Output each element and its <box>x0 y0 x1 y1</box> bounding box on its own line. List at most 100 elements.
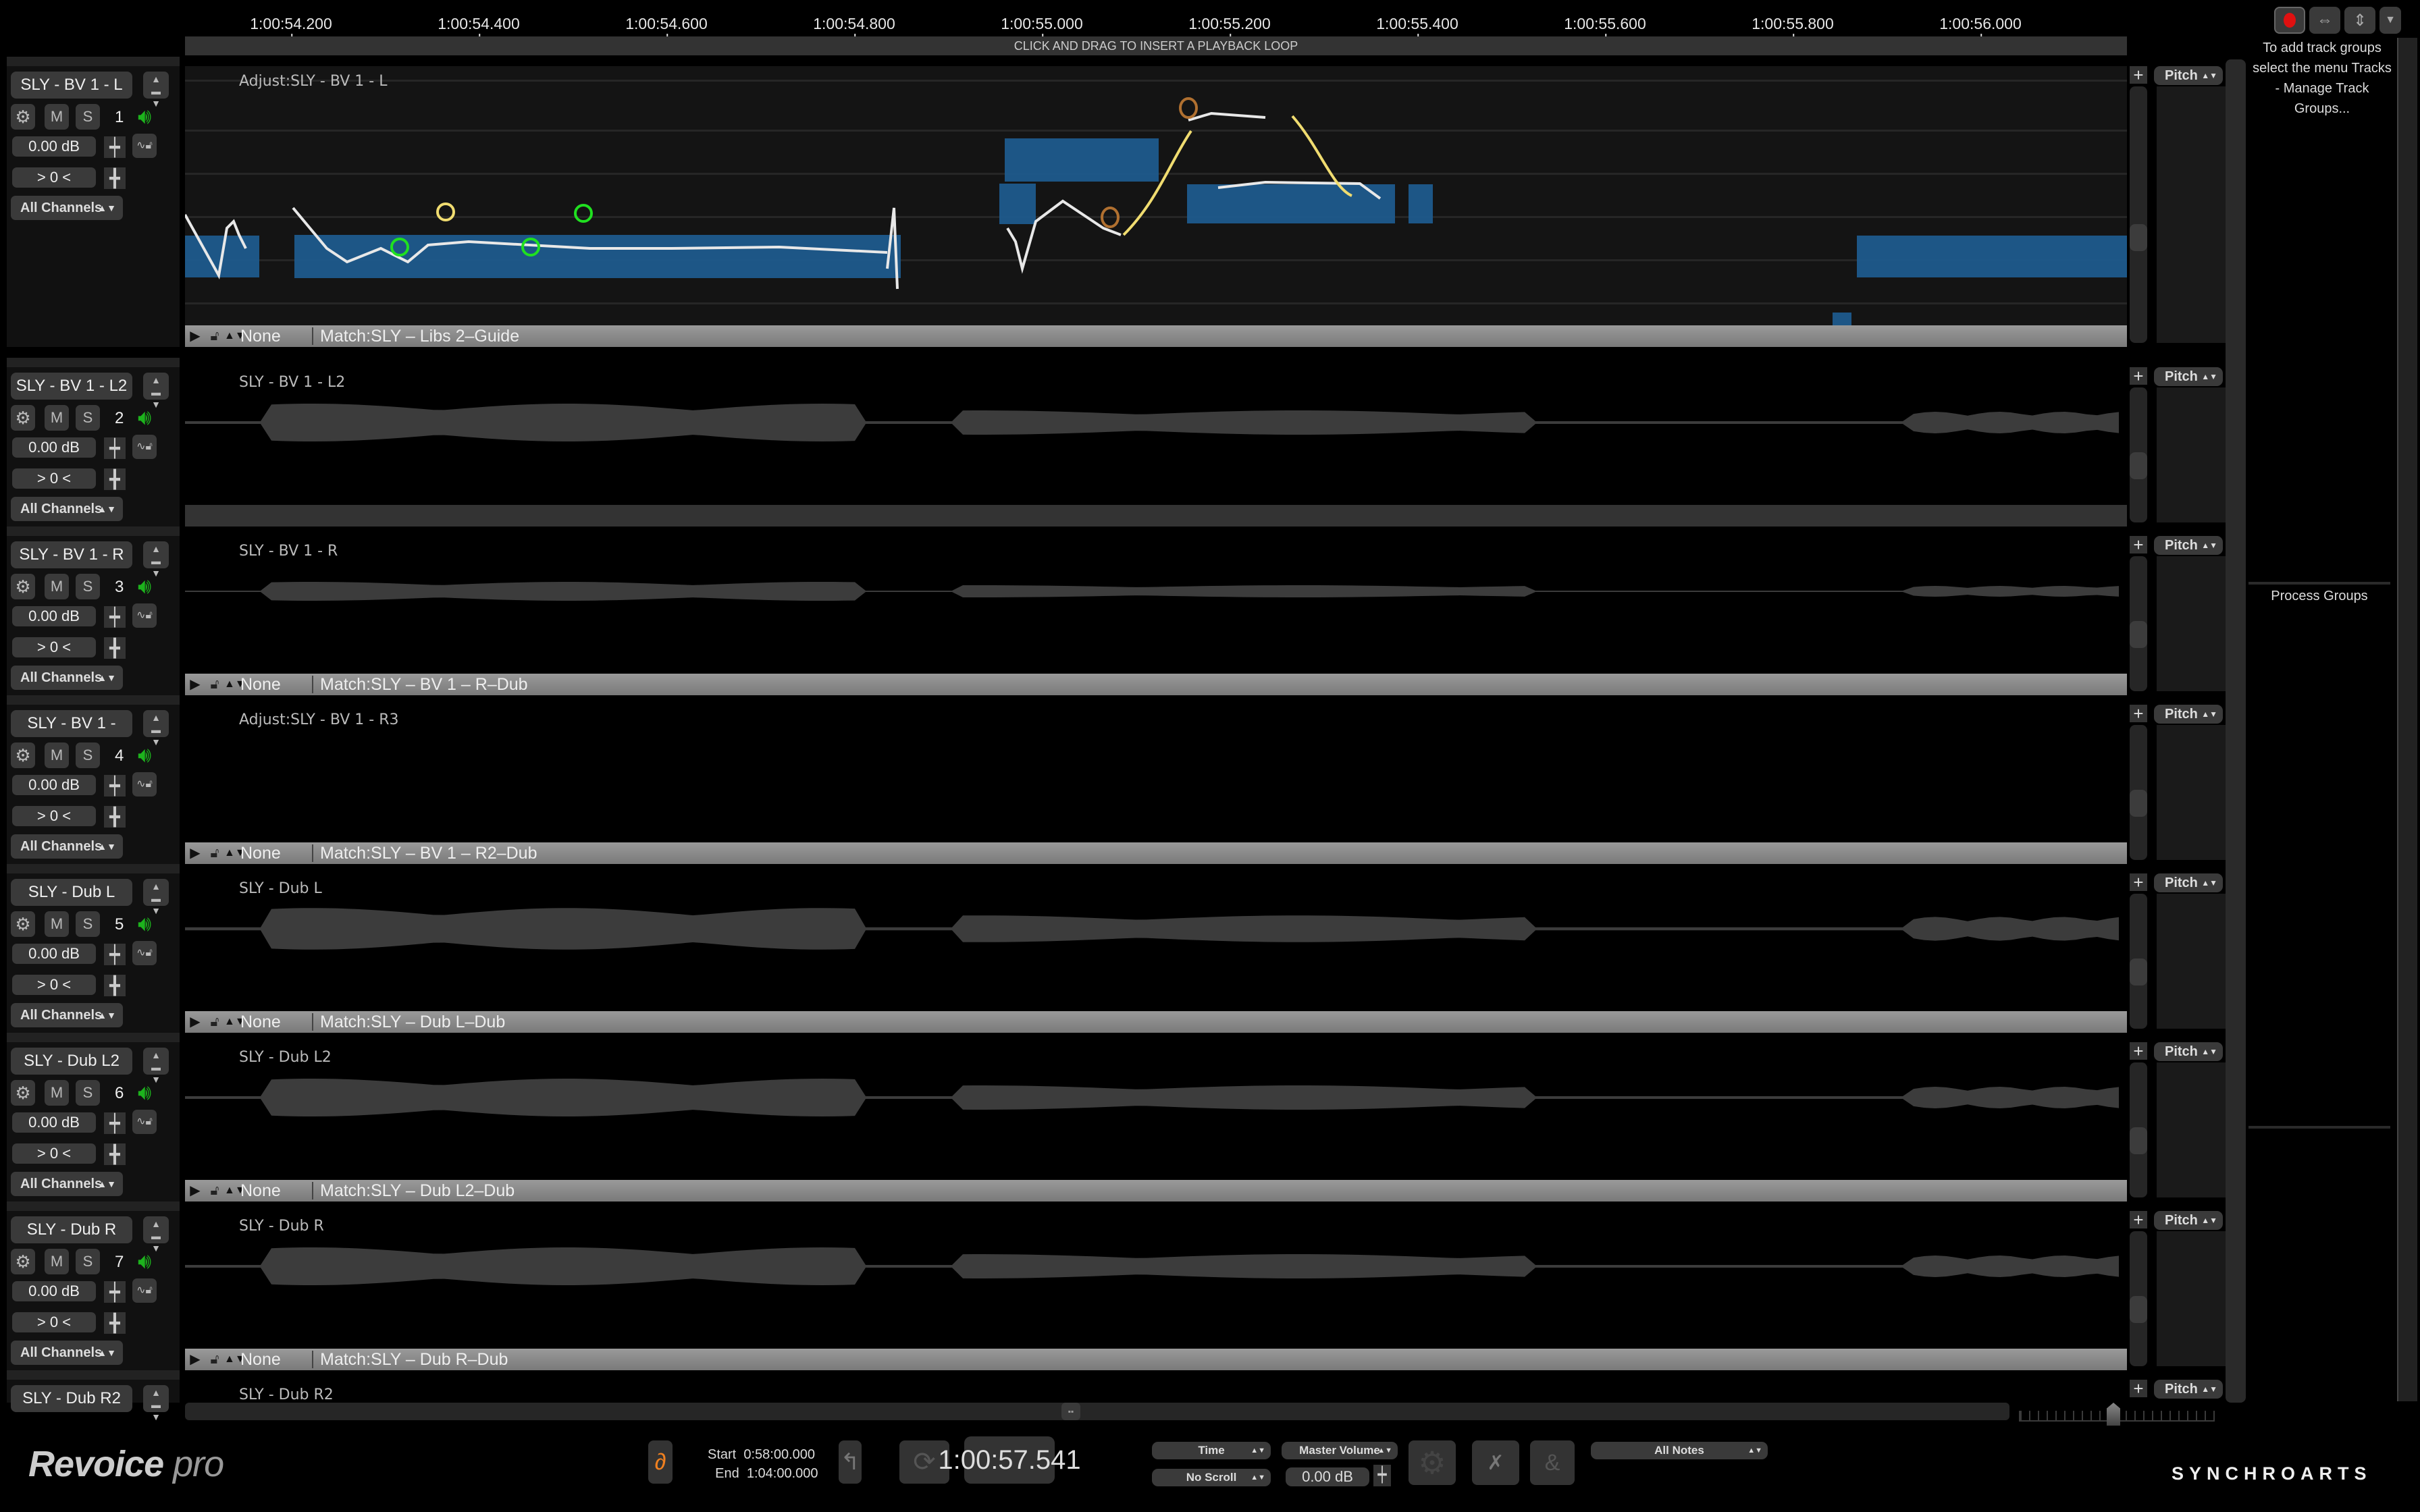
track-height-button[interactable]: ▲ ▬ ▼ <box>143 72 169 109</box>
playback-loop-bar[interactable]: CLICK AND DRAG TO INSERT A PLAYBACK LOOP <box>185 36 2127 55</box>
solo-button[interactable]: S <box>76 104 100 130</box>
process-button[interactable]: ⚙ <box>1409 1440 1456 1485</box>
match-mode[interactable]: None <box>238 325 312 347</box>
track-height-button[interactable]: ▲ ▬ ▼ <box>143 1385 169 1422</box>
track-scroll-thumb[interactable] <box>2130 1296 2147 1323</box>
view-mode-select[interactable]: Pitch ▲▼ <box>2154 705 2223 724</box>
play-icon[interactable]: ▶ <box>185 842 205 864</box>
gain-fader-icon[interactable]: ┿ <box>104 136 126 158</box>
track-height-button[interactable]: ▲ ▬ ▼ <box>143 541 169 578</box>
track-name-button[interactable]: SLY - BV 1 - <box>11 710 132 737</box>
pan-fader-icon[interactable]: ╋ <box>104 975 126 996</box>
speaker-icon[interactable]: 🔊︎ <box>138 742 151 768</box>
track-lane[interactable]: SLY - BV 1 - L2 <box>185 367 2127 526</box>
mute-button[interactable]: M <box>45 1249 69 1274</box>
pan-fader-icon[interactable]: ╋ <box>104 468 126 490</box>
track-gain-value[interactable]: 0.00 dB <box>12 775 96 795</box>
master-fader-icon[interactable]: ┿ <box>1373 1465 1391 1486</box>
track-scroll-thumb[interactable] <box>2130 621 2147 648</box>
horizontal-scroll-thumb[interactable]: ▪▪ <box>1061 1403 1080 1420</box>
track-gain-value[interactable]: 0.00 dB <box>12 1281 96 1301</box>
track-pan-value[interactable]: > 0 < <box>12 1143 96 1164</box>
track-pan-value[interactable]: > 0 < <box>12 806 96 826</box>
play-icon[interactable]: ▶ <box>185 1349 205 1370</box>
scroll-mode-select[interactable]: No Scroll ▲▼ <box>1152 1469 1271 1486</box>
lock-icon[interactable]: 🔓︎ <box>205 842 224 864</box>
solo-button[interactable]: S <box>76 742 100 768</box>
gain-fader-icon[interactable]: ┿ <box>104 944 126 965</box>
master-volume-select[interactable]: Master Volume ▲▼ <box>1282 1442 1398 1459</box>
track-height-button[interactable]: ▲ ▬ ▼ <box>143 710 169 747</box>
end-value[interactable]: 1:04:00.000 <box>747 1466 818 1481</box>
track-scroll-thumb[interactable] <box>2130 790 2147 817</box>
view-mode-select[interactable]: Pitch ▲▼ <box>2154 1211 2223 1230</box>
channels-select[interactable]: All Channels ▲▼ <box>11 1003 123 1027</box>
track-settings-button[interactable]: ⚙ <box>11 1249 35 1274</box>
track-lane[interactable]: SLY - Dub R2 <box>185 1380 2127 1403</box>
track-settings-button[interactable]: ⚙ <box>11 742 35 768</box>
speaker-icon[interactable]: 🔊︎ <box>138 911 151 937</box>
solo-button[interactable]: S <box>76 911 100 937</box>
channels-select[interactable]: All Channels ▲▼ <box>11 834 123 859</box>
time-format-select[interactable]: Time ▲▼ <box>1152 1442 1271 1459</box>
match-mode[interactable]: None <box>238 674 312 695</box>
channels-select[interactable]: All Channels ▲▼ <box>11 196 123 220</box>
play-icon[interactable]: ▶ <box>185 1011 205 1033</box>
add-lane-button[interactable]: + <box>2130 1042 2147 1060</box>
track-gain-value[interactable]: 0.00 dB <box>12 437 96 458</box>
add-lane-button[interactable]: + <box>2130 1380 2147 1397</box>
updown-arrows-icon[interactable]: ▲▼ <box>224 325 246 347</box>
updown-arrows-icon[interactable]: ▲▼ <box>224 1011 246 1033</box>
add-lane-button[interactable]: + <box>2130 873 2147 891</box>
track-lane[interactable]: Adjust:SLY - BV 1 - R3 ▶ 🔓︎ ▲▼ None Matc… <box>185 705 2127 864</box>
track-lane[interactable]: Adjust:SLY - BV 1 - L ▶ 🔓︎ ▲▼ None Match… <box>185 66 2127 347</box>
track-vertical-scrollbar[interactable] <box>2130 1062 2147 1197</box>
pitch-lock-button[interactable]: ∿🔓︎ <box>132 1110 157 1134</box>
lock-icon[interactable]: 🔓︎ <box>205 1011 224 1033</box>
solo-button[interactable]: S <box>76 1249 100 1274</box>
track-pan-value[interactable]: > 0 < <box>12 637 96 657</box>
track-pan-value[interactable]: > 0 < <box>12 468 96 489</box>
track-scroll-thumb[interactable] <box>2130 959 2147 986</box>
pan-fader-icon[interactable]: ╋ <box>104 806 126 828</box>
speaker-icon[interactable]: 🔊︎ <box>138 405 151 431</box>
master-volume-value[interactable]: 0.00 dB <box>1286 1467 1369 1486</box>
track-height-button[interactable]: ▲ ▬ ▼ <box>143 879 169 916</box>
channels-select[interactable]: All Channels ▲▼ <box>11 1172 123 1196</box>
track-settings-button[interactable]: ⚙ <box>11 405 35 431</box>
pan-fader-icon[interactable]: ╋ <box>104 1143 126 1165</box>
track-name-button[interactable]: SLY - Dub R <box>11 1216 132 1243</box>
pitch-lock-button[interactable]: ∿🔓︎ <box>132 1278 157 1303</box>
solo-button[interactable]: S <box>76 574 100 599</box>
speaker-icon[interactable]: 🔊︎ <box>138 1249 151 1274</box>
track-lane[interactable]: SLY - Dub L ▶ 🔓︎ ▲▼ None Match:SLY – Dub… <box>185 873 2127 1033</box>
record-tool-button[interactable] <box>2274 7 2305 34</box>
updown-arrows-icon[interactable]: ▲▼ <box>224 674 246 695</box>
track-lane[interactable]: SLY - Dub R ▶ 🔓︎ ▲▼ None Match:SLY – Dub… <box>185 1211 2127 1370</box>
mute-button[interactable]: M <box>45 911 69 937</box>
menu-dropdown-button[interactable]: ▼ <box>2379 7 2401 34</box>
track-settings-button[interactable]: ⚙ <box>11 104 35 130</box>
match-mode[interactable]: None <box>238 842 312 864</box>
track-lane[interactable]: SLY - BV 1 - R ▶ 🔓︎ ▲▼ None Match:SLY – … <box>185 536 2127 695</box>
updown-arrows-icon[interactable]: ▲▼ <box>224 1349 246 1370</box>
mute-button[interactable]: M <box>45 742 69 768</box>
track-vertical-scrollbar[interactable] <box>2130 387 2147 522</box>
mute-button[interactable]: M <box>45 574 69 599</box>
view-mode-select[interactable]: Pitch ▲▼ <box>2154 66 2223 85</box>
track-vertical-scrollbar[interactable] <box>2130 556 2147 691</box>
track-scroll-thumb[interactable] <box>2130 452 2147 479</box>
play-icon[interactable]: ▶ <box>185 674 205 695</box>
add-lane-button[interactable]: + <box>2130 367 2147 385</box>
gain-fader-icon[interactable]: ┿ <box>104 1112 126 1134</box>
pitch-lock-button[interactable]: ∿🔓︎ <box>132 772 157 796</box>
view-mode-select[interactable]: Pitch ▲▼ <box>2154 1042 2223 1061</box>
lock-icon[interactable]: 🔓︎ <box>205 325 224 347</box>
groups-scrollbar[interactable] <box>2397 38 2417 1401</box>
updown-arrows-icon[interactable]: ▲▼ <box>224 1180 246 1202</box>
track-height-button[interactable]: ▲ ▬ ▼ <box>143 373 169 410</box>
gain-fader-icon[interactable]: ┿ <box>104 775 126 796</box>
match-mode[interactable]: None <box>238 1011 312 1033</box>
view-mode-select[interactable]: Pitch ▲▼ <box>2154 367 2223 386</box>
track-gain-value[interactable]: 0.00 dB <box>12 606 96 626</box>
